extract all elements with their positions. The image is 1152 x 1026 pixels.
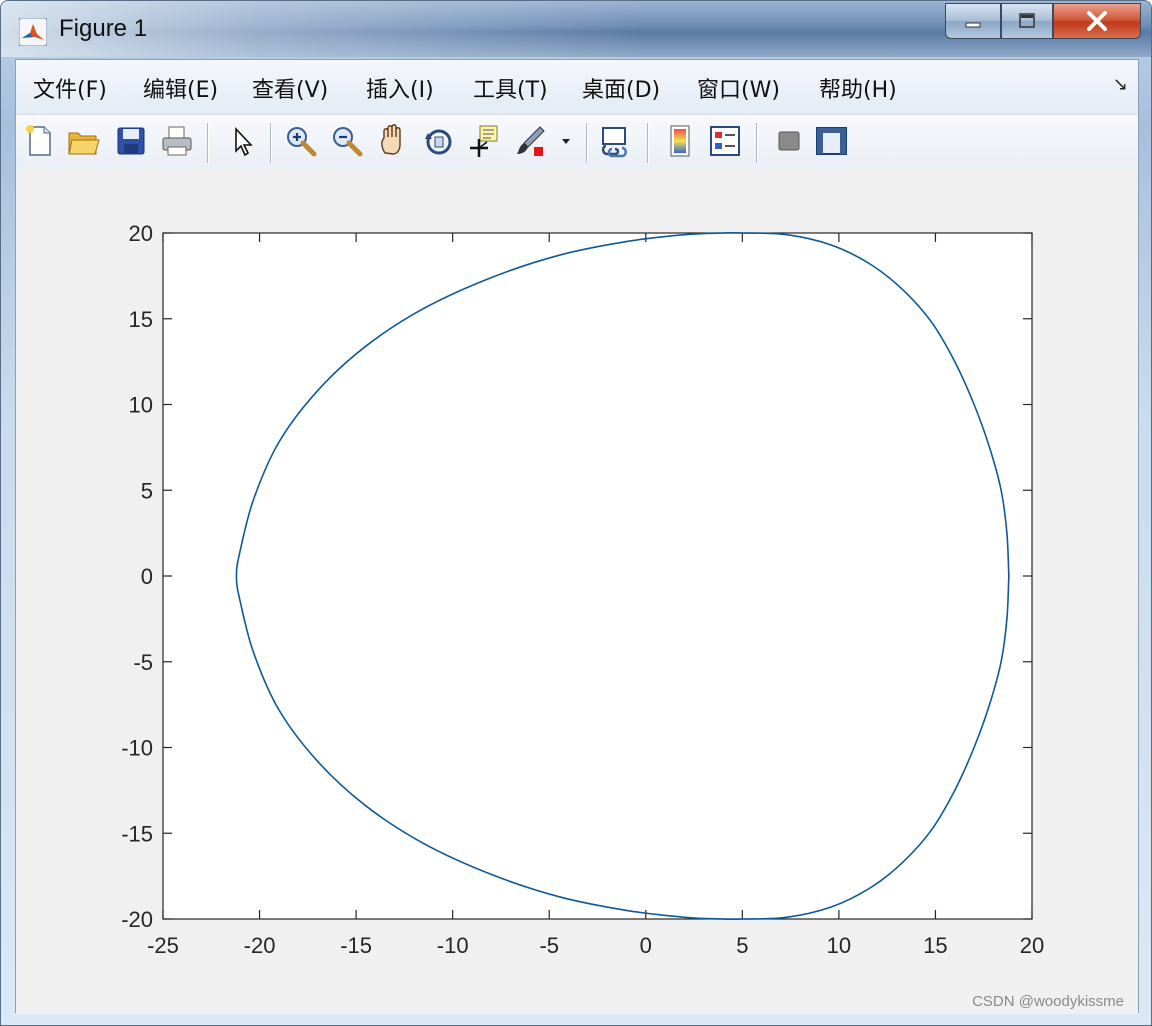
x-tick-label: 20 [1020,933,1044,958]
y-tick-label: 5 [141,478,153,503]
y-tick-label: -20 [121,907,153,932]
x-tick-label: -20 [244,933,276,958]
y-tick-label: -10 [121,736,153,761]
y-tick-label: -5 [133,650,153,675]
plot-area: -25 -20 -15 -10 -5 0 5 10 15 20 -20 -15 -10 -5 0 5 10 15 2… [16,169,1138,1014]
y-tick-label: 20 [129,221,153,246]
axes-box [162,232,1033,920]
y-tick-label: 15 [129,307,153,332]
x-tick-label: 0 [640,933,652,958]
y-tick-label: 10 [129,393,153,418]
x-tick-label: -10 [437,933,469,958]
y-tick-label: -15 [121,821,153,846]
x-tick-label: -25 [147,933,179,958]
line-plot[interactable]: -25 -20 -15 -10 -5 0 5 10 15 20-20-15-10-50510152… [2,2,1152,1026]
x-tick-label: 5 [736,933,748,958]
figure-client-area: 文件(F) 编辑(E) 查看(V) 插入(I) 工具(T) 桌面(D) 窗口(W… [15,59,1139,1014]
x-tick-label: -5 [539,933,559,958]
x-tick-label: 15 [923,933,947,958]
x-tick-label: 10 [827,933,851,958]
x-tick-label: -15 [340,933,372,958]
watermark-text: CSDN @woodykissme [972,993,1124,1010]
figure-window: Figure 1 文件(F) 编辑(E) 查看(V) 插入(I) 工具(T) 桌… [0,0,1152,1026]
y-tick-label: 0 [141,564,153,589]
